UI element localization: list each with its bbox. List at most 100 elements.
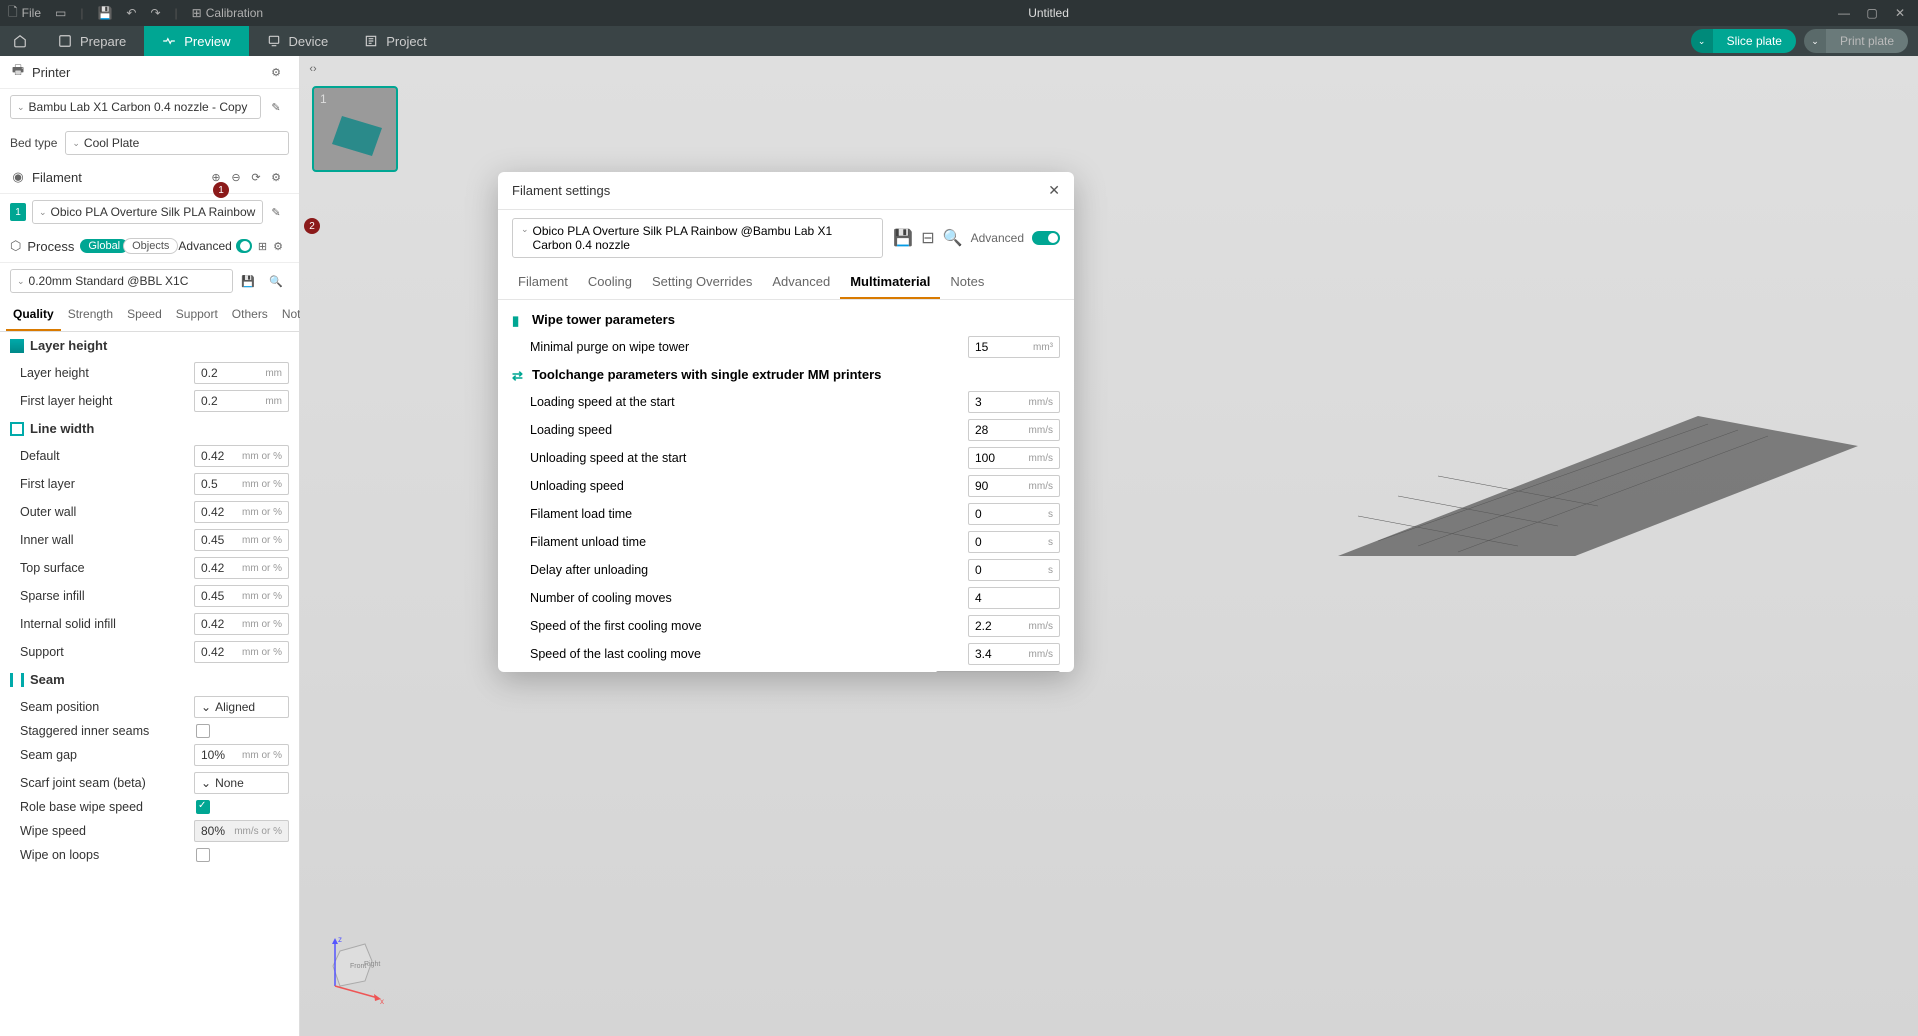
process-tabs: Quality Strength Speed Support Others No… — [0, 299, 299, 332]
modal-tab-advanced[interactable]: Advanced — [762, 266, 840, 299]
line-width-label: Inner wall — [20, 533, 194, 547]
slice-dropdown-icon[interactable]: ⌄ — [1691, 29, 1713, 53]
line-width-input[interactable]: 0.42mm or % — [194, 501, 289, 523]
build-plate — [1338, 416, 1858, 556]
scarf-select[interactable]: ⌄None — [194, 772, 289, 794]
line-width-input[interactable]: 0.42mm or % — [194, 557, 289, 579]
toolchange-label: Loading speed at the start — [530, 395, 968, 409]
tab-prepare[interactable]: Prepare — [40, 26, 144, 56]
axis-gizmo[interactable]: Front Right z x — [320, 926, 390, 1006]
modal-advanced-toggle[interactable] — [1032, 231, 1060, 245]
tab-quality[interactable]: Quality — [6, 299, 61, 331]
edit-filament-icon[interactable]: ✎ — [269, 205, 283, 219]
layer-height-row: Layer height0.2mm — [0, 359, 299, 387]
home-button[interactable] — [0, 26, 40, 56]
redo-icon[interactable]: ↷ — [150, 6, 160, 20]
advanced-toggle[interactable] — [236, 239, 252, 253]
toolchange-label: Filament unload time — [530, 535, 968, 549]
compare-icon[interactable]: ⊞ — [258, 239, 267, 253]
bed-type-select[interactable]: ⌄ Cool Plate — [65, 131, 289, 155]
settings-scroll[interactable]: Layer height Layer height0.2mmFirst laye… — [0, 332, 299, 1036]
role-wipe-checkbox[interactable] — [196, 800, 210, 814]
global-badge[interactable]: Global — [80, 239, 128, 253]
maximize-button[interactable]: ▢ — [1862, 3, 1882, 23]
tab-strength[interactable]: Strength — [61, 299, 120, 331]
modal-discard-icon[interactable]: ⊟ — [921, 228, 934, 248]
modal-tab-cooling[interactable]: Cooling — [578, 266, 642, 299]
modal-body[interactable]: ▮ Wipe tower parameters Minimal purge on… — [498, 300, 1074, 672]
toolchange-input[interactable]: 0s — [968, 531, 1060, 553]
printer-icon: 🖶 — [10, 64, 26, 80]
toolchange-input[interactable]: 4 — [968, 587, 1060, 609]
toolchange-input[interactable]: 90mm/s — [968, 475, 1060, 497]
print-plate-button[interactable]: ⌄ Print plate — [1804, 29, 1908, 53]
seam-gap-input[interactable]: 10%mm or % — [194, 744, 289, 766]
toolchange-input[interactable]: 28mm/s — [968, 419, 1060, 441]
modal-tab-filament[interactable]: Filament — [508, 266, 578, 299]
layer-height-input[interactable]: 0.2mm — [194, 390, 289, 412]
file-menu[interactable]: 🗋 File — [8, 3, 41, 24]
slice-plate-button[interactable]: ⌄ Slice plate — [1691, 29, 1796, 53]
seam-position-select[interactable]: ⌄Aligned — [194, 696, 289, 718]
toolchange-input[interactable]: 3.4mm/s — [968, 643, 1060, 665]
printer-settings-icon[interactable]: ⚙ — [269, 65, 283, 79]
objects-badge[interactable]: Objects — [123, 238, 178, 254]
tab-device[interactable]: Device — [249, 26, 347, 56]
minimize-button[interactable]: — — [1834, 3, 1854, 23]
remove-filament-icon[interactable]: ⊖ — [229, 170, 243, 184]
line-width-input[interactable]: 0.45mm or % — [194, 585, 289, 607]
undo-icon[interactable]: ↶ — [126, 6, 136, 20]
toolchange-input[interactable]: 100mm/s — [968, 447, 1060, 469]
edit-printer-icon[interactable]: ✎ — [269, 100, 283, 114]
filament-settings-icon[interactable]: ⚙ — [269, 170, 283, 184]
wipe-speed-input[interactable]: 80%mm/s or % — [194, 820, 289, 842]
window-title: Untitled — [263, 6, 1834, 20]
chevron-down-icon: ⌄ — [72, 138, 80, 149]
group-line-width: Line width — [0, 415, 299, 442]
toolchange-input[interactable]: 3mm/s — [968, 391, 1060, 413]
plate-thumbnail[interactable]: 1 — [312, 86, 398, 172]
process-settings-icon[interactable]: ⚙ — [273, 239, 283, 253]
print-dropdown-icon[interactable]: ⌄ — [1804, 29, 1826, 53]
line-width-input[interactable]: 0.42mm or % — [194, 641, 289, 663]
bed-type-value: Cool Plate — [84, 136, 139, 150]
notes-icon[interactable]: ▭ — [55, 6, 66, 20]
line-width-input[interactable]: 0.42mm or % — [194, 445, 289, 467]
wipe-loops-checkbox[interactable] — [196, 848, 210, 862]
toolchange-input[interactable]: 2.2mm/s — [968, 615, 1060, 637]
toolchange-row: Speed of the last cooling move3.4mm/s — [512, 640, 1060, 668]
save-icon[interactable]: 💾 — [97, 6, 112, 20]
toolchange-label: Speed of the first cooling move — [530, 619, 968, 633]
modal-save-icon[interactable]: 💾 — [893, 228, 913, 248]
modal-filament-select[interactable]: ⌄ Obico PLA Overture Silk PLA Rainbow @B… — [512, 218, 883, 258]
tab-preview[interactable]: Preview — [144, 26, 248, 56]
modal-close-icon[interactable]: ✕ — [1048, 182, 1060, 199]
printer-select[interactable]: ⌄ Bambu Lab X1 Carbon 0.4 nozzle - Copy — [10, 95, 261, 119]
line-width-input[interactable]: 0.42mm or % — [194, 613, 289, 635]
sync-filament-icon[interactable]: ⟳ — [249, 170, 263, 184]
toolchange-input[interactable]: 0s — [968, 503, 1060, 525]
line-width-input[interactable]: 0.45mm or % — [194, 529, 289, 551]
filament-swatch[interactable]: 1 — [10, 203, 26, 221]
modal-search-icon[interactable]: 🔍 — [943, 228, 963, 248]
collapse-sidebar-icon[interactable]: ‹› — [304, 60, 322, 78]
tab-support[interactable]: Support — [169, 299, 225, 331]
tab-project[interactable]: Project — [346, 26, 444, 56]
modal-tab-notes[interactable]: Notes — [940, 266, 994, 299]
profile-select[interactable]: ⌄ 0.20mm Standard @BBL X1C — [10, 269, 233, 293]
tab-others[interactable]: Others — [225, 299, 275, 331]
wipe-input[interactable]: 15mm³ — [968, 336, 1060, 358]
search-profile-icon[interactable]: 🔍 — [269, 274, 283, 288]
line-width-input[interactable]: 0.5mm or % — [194, 473, 289, 495]
calibration-menu[interactable]: ⊞ Calibration — [192, 6, 263, 20]
modal-tab-overrides[interactable]: Setting Overrides — [642, 266, 762, 299]
close-button[interactable]: ✕ — [1890, 3, 1910, 23]
ramming-settings-button[interactable]: Ramming settings... — [936, 671, 1060, 672]
tab-speed[interactable]: Speed — [120, 299, 169, 331]
save-profile-icon[interactable]: 💾 — [241, 274, 255, 288]
staggered-checkbox[interactable] — [196, 724, 210, 738]
filament-select[interactable]: ⌄ Obico PLA Overture Silk PLA Rainbow — [32, 200, 263, 224]
layer-height-input[interactable]: 0.2mm — [194, 362, 289, 384]
modal-tab-multimaterial[interactable]: Multimaterial — [840, 266, 940, 299]
toolchange-input[interactable]: 0s — [968, 559, 1060, 581]
